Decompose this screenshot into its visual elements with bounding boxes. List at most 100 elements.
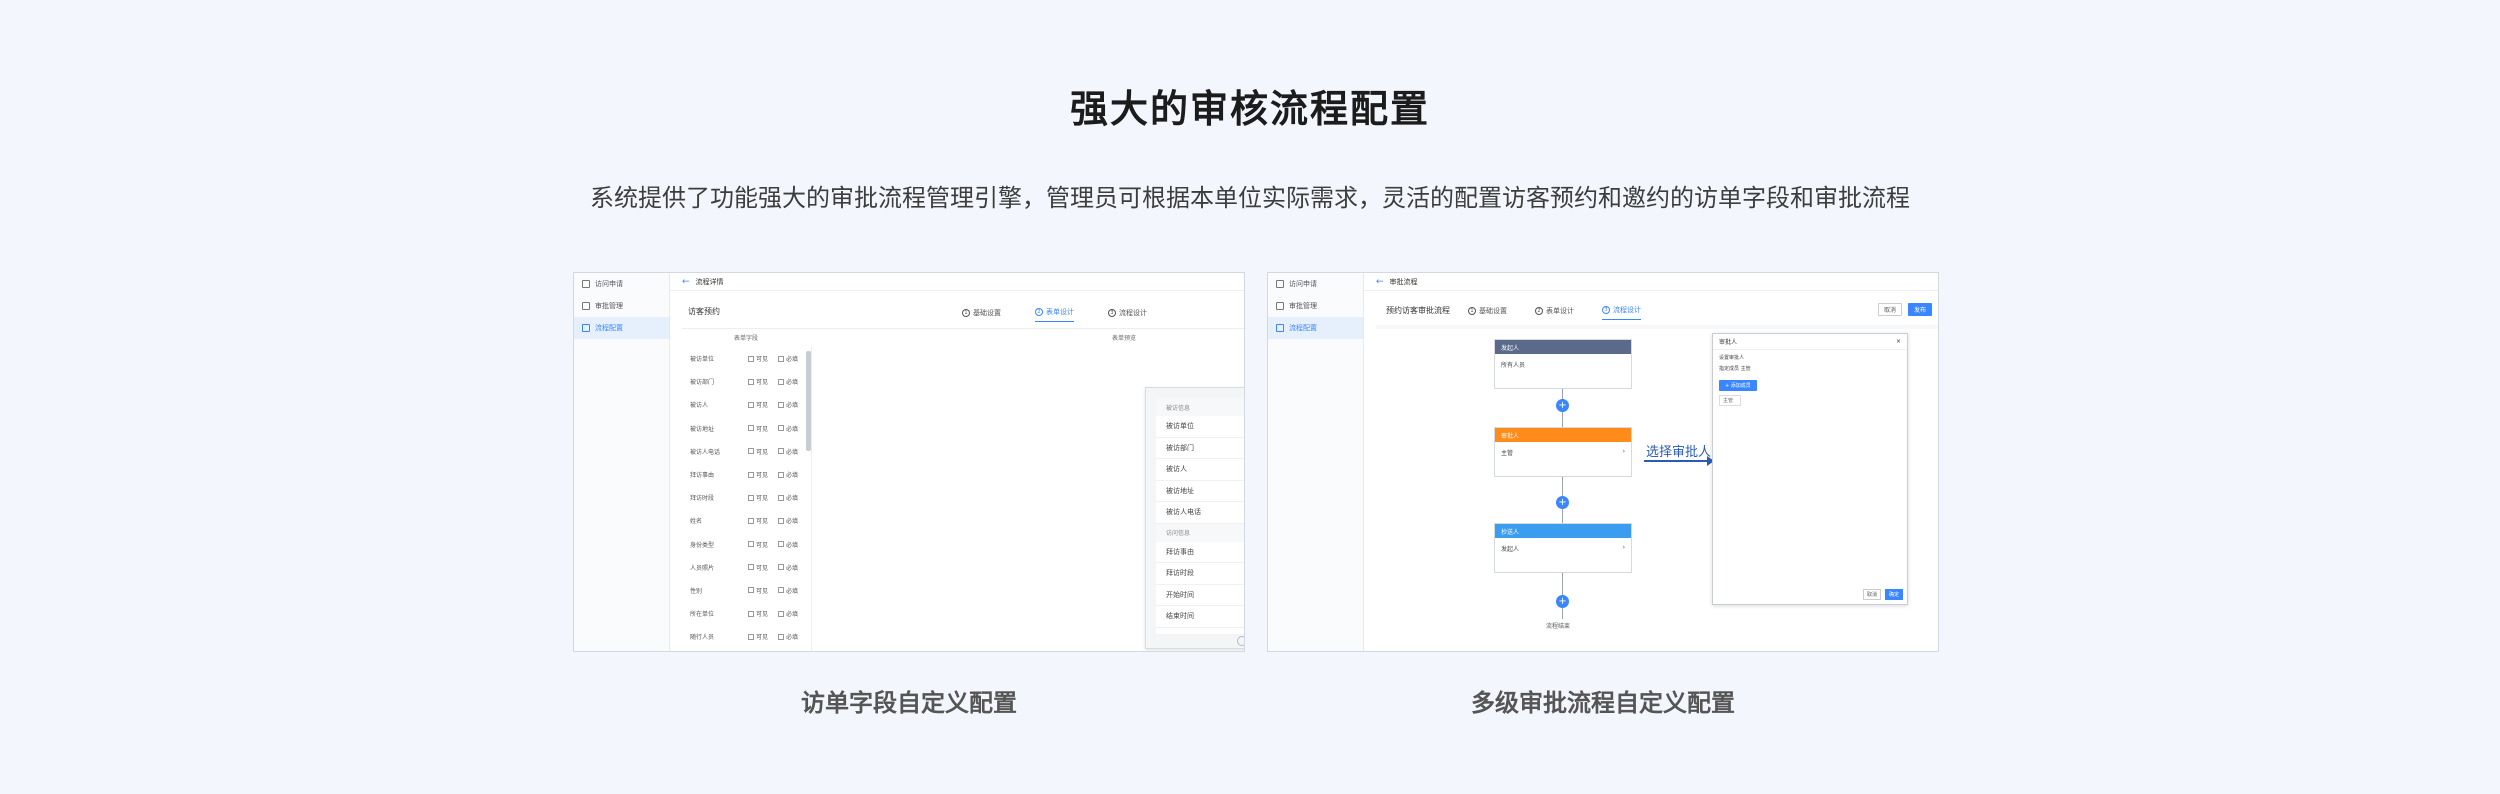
document-icon [582, 280, 590, 288]
close-icon[interactable]: × [1896, 338, 1901, 345]
preview-label: 被访人 [1166, 465, 1187, 474]
approver-drawer: 审批人 × 设置审批人 指定成员 主管 + 添加成员 主管 取消 确定 [1712, 333, 1908, 605]
checkbox-icon [778, 355, 784, 362]
member-tag[interactable]: 主管 [1719, 395, 1741, 406]
tab-basic[interactable]: 1 基础设置 [1468, 305, 1507, 320]
back-arrow-icon[interactable]: ← [1376, 277, 1384, 287]
chevron-right-icon: › [1622, 448, 1625, 455]
required-checkbox[interactable]: 必填 [778, 354, 808, 363]
checkbox-label: 可见 [756, 402, 769, 410]
back-arrow-icon[interactable]: ← [682, 277, 690, 287]
visible-checkbox[interactable]: 可见 [748, 609, 778, 618]
visible-checkbox[interactable]: 可见 [748, 400, 778, 409]
field-name: 性别 [690, 587, 703, 595]
required-checkbox[interactable]: 必填 [778, 586, 808, 595]
required-checkbox[interactable]: 必填 [778, 563, 808, 572]
visible-checkbox[interactable]: 可见 [748, 493, 778, 502]
preview-row[interactable]: 被访地址请选择 [1156, 481, 1244, 502]
visible-checkbox[interactable]: 可见 [748, 424, 778, 433]
drawer-section-label: 设置审批人 [1719, 355, 1745, 361]
preview-label: 拜访事由 [1166, 547, 1194, 556]
sidebar-item-flow[interactable]: 流程配置 [1268, 317, 1363, 339]
checkbox-label: 可见 [756, 425, 769, 433]
sidebar-item-label: 流程配置 [595, 324, 623, 332]
tab-form[interactable]: 2 表单设计 [1535, 305, 1574, 320]
preview-row[interactable]: 拜访事由业务洽谈 [1156, 542, 1244, 563]
column-header-preview: 表单预览 [1112, 335, 1137, 342]
required-checkbox[interactable]: 必填 [778, 516, 808, 525]
field-row: 被访人 可见 必填 [682, 393, 811, 416]
required-checkbox[interactable]: 必填 [778, 424, 808, 433]
flow-node-cc[interactable]: 抄送人 发起人 › [1494, 523, 1632, 573]
field-row: 姓名 可见 必填 [682, 509, 811, 532]
visible-checkbox[interactable]: 可见 [748, 354, 778, 363]
checkbox-label: 必填 [786, 425, 799, 433]
required-checkbox[interactable]: 必填 [778, 447, 808, 456]
sidebar-item-label: 访问申请 [595, 280, 623, 288]
approver-type-options[interactable]: 指定成员 主管 [1713, 361, 1907, 372]
required-checkbox[interactable]: 必填 [778, 377, 808, 386]
field-name: 被访单位 [690, 356, 715, 364]
node-body: 所有人员 [1501, 362, 1526, 369]
preview-row[interactable]: 拜访时段上午 下午 全天 [1156, 563, 1244, 585]
sidebar-item-approval[interactable]: 审批管理 [1268, 295, 1363, 317]
checkbox-label: 可见 [756, 472, 769, 480]
flow-node-initiator[interactable]: 发起人 所有人员 [1494, 339, 1632, 389]
preview-row[interactable]: 结束时间2022/09/15 16:37 [1156, 606, 1244, 628]
checkbox-label: 可见 [756, 518, 769, 526]
required-checkbox[interactable]: 必填 [778, 400, 808, 409]
checkbox-icon [748, 448, 754, 455]
add-member-button[interactable]: + 添加成员 [1719, 380, 1757, 391]
scrollbar[interactable] [806, 351, 811, 451]
step-number: 2 [1035, 308, 1043, 316]
tab-flow[interactable]: 3 流程设计 [1108, 307, 1147, 322]
sidebar-item-apply[interactable]: 访问申请 [1268, 273, 1363, 295]
required-checkbox[interactable]: 必填 [778, 609, 808, 618]
preview-label: 结束时间 [1166, 612, 1194, 621]
cancel-button[interactable]: 取消 [1878, 303, 1902, 316]
flow-node-approver[interactable]: 审批人 主管 › [1494, 427, 1632, 477]
add-node-icon[interactable]: + [1556, 399, 1569, 412]
visible-checkbox[interactable]: 可见 [748, 447, 778, 456]
checkbox-label: 可见 [756, 379, 769, 387]
tab-flow[interactable]: 3 流程设计 [1602, 305, 1641, 320]
required-checkbox[interactable]: 必填 [778, 470, 808, 479]
required-checkbox[interactable]: 必填 [778, 540, 808, 549]
drawer-confirm-button[interactable]: 确定 [1885, 589, 1903, 600]
checkbox-label: 必填 [786, 518, 799, 526]
preview-row[interactable]: 被访人电话15800000001 [1156, 502, 1244, 524]
tab-basic[interactable]: 1 基础设置 [962, 307, 1001, 322]
drawer-cancel-button[interactable]: 取消 [1863, 589, 1881, 600]
sidebar-item-flow[interactable]: 流程配置 [574, 317, 669, 339]
add-node-icon[interactable]: + [1556, 595, 1569, 608]
checkbox-label: 必填 [786, 587, 799, 595]
visible-checkbox[interactable]: 可见 [748, 377, 778, 386]
field-row: 被访地址 可见 必填 [682, 417, 811, 440]
visible-checkbox[interactable]: 可见 [748, 470, 778, 479]
sidebar-item-approval[interactable]: 审批管理 [574, 295, 669, 317]
tab-form[interactable]: 2 表单设计 [1035, 307, 1074, 322]
visible-checkbox[interactable]: 可见 [748, 586, 778, 595]
visible-checkbox[interactable]: 可见 [748, 632, 778, 641]
visible-checkbox[interactable]: 可见 [748, 540, 778, 549]
sidebar-item-apply[interactable]: 访问申请 [574, 273, 669, 295]
add-node-icon[interactable]: + [1556, 496, 1569, 509]
preview-row[interactable]: 开始时间2022/09/15 15:37 [1156, 585, 1244, 606]
sidebar-item-label: 审批管理 [1289, 302, 1317, 310]
preview-row[interactable]: 被访部门请选择 [1156, 438, 1244, 459]
drawer-title: 审批人 [1719, 339, 1738, 346]
field-row: 身份类型 可见 必填 [682, 533, 811, 556]
publish-button[interactable]: 发布 [1908, 303, 1932, 316]
visible-checkbox[interactable]: 可见 [748, 516, 778, 525]
visible-checkbox[interactable]: 可见 [748, 563, 778, 572]
checkbox-label: 可见 [756, 448, 769, 456]
preview-row[interactable]: 被访单位某某单位 [1156, 416, 1244, 438]
preview-row[interactable]: 被访人请选择 [1156, 459, 1244, 481]
step-tabs: 1 基础设置 2 表单设计 3 流程设计 [1468, 305, 1641, 320]
required-checkbox[interactable]: 必填 [778, 493, 808, 502]
checkbox-label: 必填 [786, 472, 799, 480]
step-label: 流程设计 [1613, 306, 1641, 314]
required-checkbox[interactable]: 必填 [778, 632, 808, 641]
checkbox-icon [778, 378, 784, 385]
node-body: 发起人 [1501, 546, 1520, 553]
